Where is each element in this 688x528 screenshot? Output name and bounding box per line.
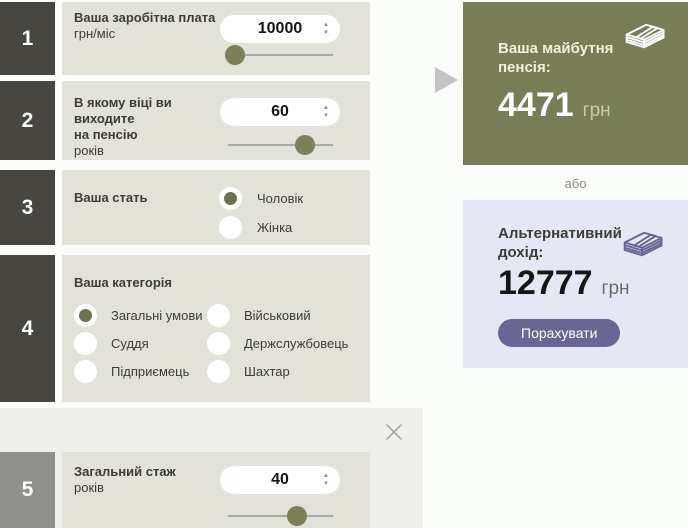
radio-label: Шахтар [244, 363, 290, 379]
age-input[interactable]: 60 ▲ ▼ [220, 98, 340, 126]
alternative-currency: грн [601, 278, 630, 299]
radio-label: Військовий [244, 307, 311, 323]
calculate-button[interactable]: Порахувати [498, 319, 621, 347]
step-salary: 1 Ваша заробітна плата грн/міс 10000 ▲ ▼ [0, 2, 370, 75]
radio-option-military[interactable]: Військовий [207, 303, 311, 327]
step-panel: В якому віці ви виходите на пенсію років… [62, 81, 370, 160]
alternative-amount: 12777 грн [498, 264, 630, 303]
experience-unit-label: років [74, 480, 104, 495]
step-gender: 3 Ваша стать Чоловік Жінка [0, 170, 370, 245]
radio-button[interactable] [207, 303, 230, 327]
step-label: Ваша категорія [74, 275, 224, 291]
radio-option-entrepreneur[interactable]: Підприємець [74, 359, 189, 383]
step-experience: 5 Загальний стаж років 40 ▲ ▼ [0, 452, 370, 528]
or-divider-text: або [564, 176, 587, 191]
step-number-badge: 2 [0, 81, 55, 160]
radio-option-miner[interactable]: Шахтар [207, 359, 290, 383]
step-retirement-age: 2 В якому віці ви виходите на пенсію рок… [0, 81, 370, 160]
gender-label: Ваша стать [74, 190, 148, 205]
step-number-badge: 1 [0, 2, 55, 75]
experience-slider-knob[interactable] [287, 506, 308, 526]
alternative-title: Альтернативний дохід: [498, 225, 622, 261]
step-panel: Загальний стаж років 40 ▲ ▼ [62, 452, 370, 528]
pension-calculator: 1 Ваша заробітна плата грн/міс 10000 ▲ ▼… [0, 0, 688, 528]
close-icon[interactable] [381, 419, 407, 445]
radio-option-female[interactable]: Жінка [219, 215, 292, 239]
radio-option-civil-servant[interactable]: Держслужбовець [207, 331, 348, 355]
chevron-up-icon[interactable]: ▲ [323, 105, 329, 111]
radio-button[interactable] [219, 215, 242, 239]
experience-input[interactable]: 40 ▲ ▼ [220, 466, 340, 494]
radio-label: Держслужбовець [244, 335, 349, 351]
pension-currency: грн [582, 100, 611, 121]
step-number-badge: 3 [0, 170, 55, 245]
chevron-up-icon[interactable]: ▲ [323, 22, 329, 28]
experience-spinner: ▲ ▼ [323, 466, 329, 494]
radio-button[interactable] [74, 359, 97, 383]
salary-spinner: ▲ ▼ [323, 15, 329, 43]
radio-label: Підприємець [111, 363, 190, 379]
step-label: Ваша стать [74, 190, 224, 206]
radio-label: Чоловік [257, 190, 304, 206]
chevron-down-icon[interactable]: ▼ [323, 113, 329, 119]
radio-label: Жінка [257, 219, 293, 235]
chevron-up-icon[interactable]: ▲ [323, 473, 329, 479]
radio-label: Суддя [111, 335, 149, 351]
radio-label: Загальні умови [111, 307, 203, 323]
pension-result-panel: Ваша майбутня пенсія: 4471 грн [463, 2, 688, 165]
category-label: Ваша категорія [74, 275, 172, 290]
step-number-badge: 5 [0, 452, 55, 528]
step-panel: Ваша категорія Загальні умови Військовий… [62, 255, 370, 402]
radio-button[interactable] [74, 303, 97, 327]
radio-button[interactable] [207, 331, 230, 355]
age-label-line2: на пенсію [74, 127, 138, 142]
step-label: Ваша заробітна плата грн/міс [74, 10, 224, 42]
step-category: 4 Ваша категорія Загальні умови Військов… [0, 255, 370, 402]
step-number-badge: 4 [0, 255, 55, 402]
radio-button[interactable] [207, 359, 230, 383]
age-unit-label: років [74, 143, 104, 158]
salary-input[interactable]: 10000 ▲ ▼ [220, 15, 340, 43]
pension-amount: 4471 грн [498, 86, 611, 125]
age-spinner: ▲ ▼ [323, 98, 329, 126]
salary-unit-label: грн/міс [74, 26, 116, 41]
age-slider[interactable] [228, 135, 333, 155]
radio-option-male[interactable]: Чоловік [219, 186, 303, 210]
radio-option-judge[interactable]: Суддя [74, 331, 149, 355]
experience-label: Загальний стаж [74, 464, 176, 479]
salary-slider-knob[interactable] [225, 45, 246, 65]
step-panel: Ваша стать Чоловік Жінка [62, 170, 370, 245]
experience-slider[interactable] [228, 506, 333, 526]
step-label: В якому віці ви виходите на пенсію років [74, 95, 224, 159]
radio-option-general[interactable]: Загальні умови [74, 303, 203, 327]
radio-button[interactable] [74, 331, 97, 355]
salary-slider[interactable] [225, 45, 333, 65]
arrow-right-icon [435, 67, 458, 93]
alternative-value: 12777 [498, 264, 593, 302]
age-slider-knob[interactable] [294, 135, 315, 155]
chevron-down-icon[interactable]: ▼ [323, 481, 329, 487]
pension-value: 4471 [498, 86, 574, 124]
step-panel: Ваша заробітна плата грн/міс 10000 ▲ ▼ [62, 2, 370, 75]
age-value: 60 [271, 103, 289, 120]
radio-button[interactable] [219, 186, 242, 210]
alternative-income-panel: Альтернативний дохід: 12777 грн Порахуват… [463, 200, 688, 368]
salary-value: 10000 [257, 20, 303, 37]
experience-value: 40 [271, 471, 289, 488]
age-label-line1: В якому віці ви виходите [74, 95, 172, 126]
salary-label: Ваша заробітна плата [74, 10, 216, 25]
pension-title: Ваша майбутня пенсія: [498, 40, 614, 76]
chevron-down-icon[interactable]: ▼ [323, 30, 329, 36]
step-label: Загальний стаж років [74, 464, 224, 496]
